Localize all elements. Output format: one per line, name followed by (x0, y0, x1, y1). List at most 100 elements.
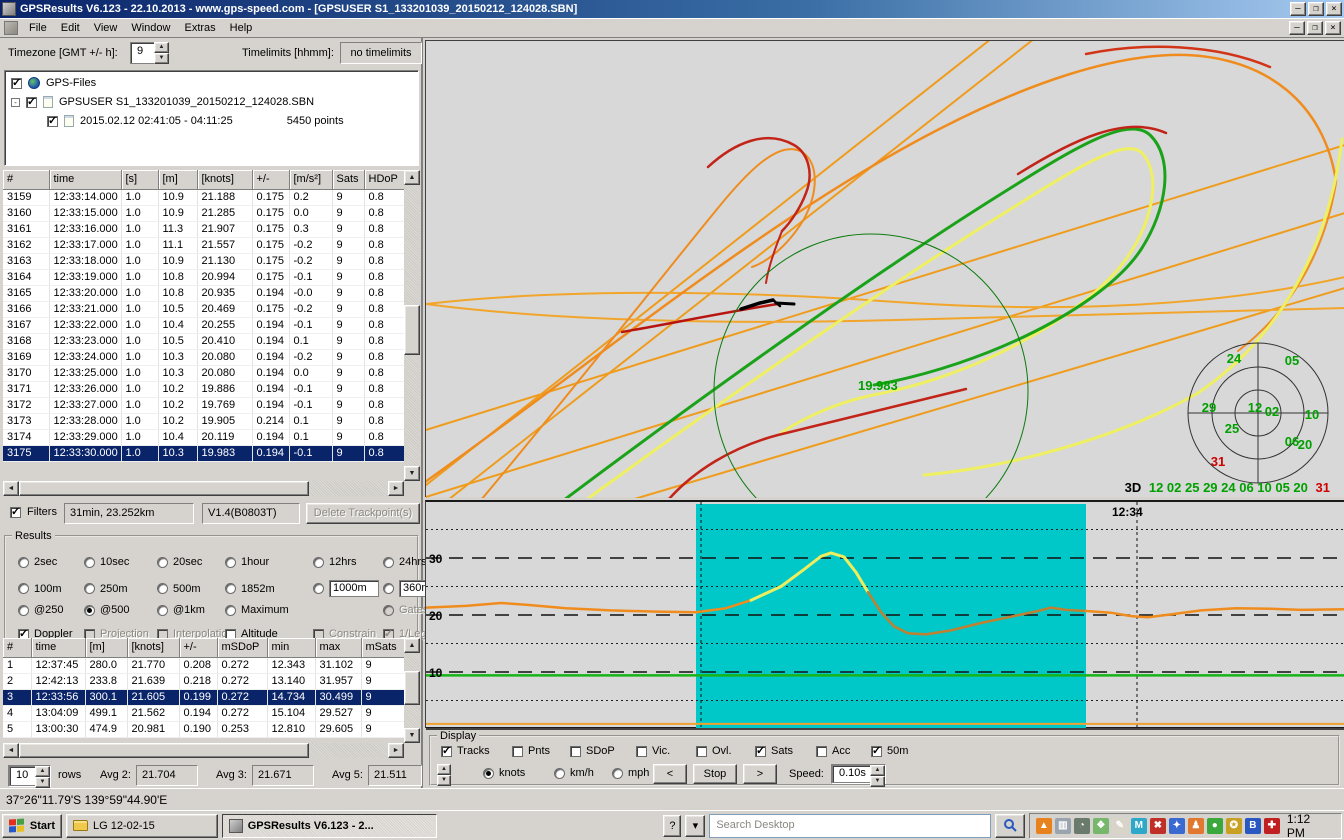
radio-100m[interactable] (18, 583, 29, 594)
hscroll-thumb[interactable] (19, 743, 309, 758)
tray-icon-11[interactable]: ✪ (1226, 818, 1242, 834)
playback-speed-spinner[interactable]: 0.10s ▲▼ (831, 764, 886, 784)
scroll-down-icon[interactable]: ▼ (404, 466, 420, 481)
scroll-down-icon[interactable]: ▼ (404, 728, 420, 743)
radio-@1km[interactable] (157, 605, 168, 616)
checkbox-Pnts[interactable] (512, 746, 523, 757)
radio-custom-time[interactable] (383, 583, 394, 594)
radio-1852m[interactable] (225, 583, 236, 594)
column-header[interactable]: # (3, 638, 31, 657)
child-close-button[interactable]: × (1325, 21, 1341, 35)
track-map-canvas[interactable]: 24052912021025062031 19.983 (426, 41, 1344, 498)
radio-500m[interactable] (157, 583, 168, 594)
tree-root-label[interactable]: GPS-Files (46, 77, 96, 89)
tray-icon-9[interactable]: ♟ (1188, 818, 1204, 834)
start-button[interactable]: Start (2, 814, 62, 838)
child-window-icon[interactable] (4, 21, 18, 35)
column-header[interactable]: max (315, 638, 361, 657)
column-header[interactable]: HDoP (364, 170, 404, 189)
tree-session-label[interactable]: 2015.02.12 02:41:05 - 04:11:25 (80, 115, 233, 127)
timezone-spinner[interactable]: 9 ▲▼ (130, 42, 169, 64)
tray-icon-8[interactable]: ✦ (1169, 818, 1185, 834)
tray-icon-10[interactable]: ● (1207, 818, 1223, 834)
table-row[interactable]: 112:37:45280.021.7700.2080.27212.34331.1… (3, 657, 404, 673)
tray-icon-12[interactable]: B (1245, 818, 1261, 834)
table-row[interactable]: 413:04:09499.121.5620.1940.27215.10429.5… (3, 705, 404, 721)
firmware-field[interactable]: V1.4(B0803T) (202, 503, 300, 524)
search-input[interactable]: Search Desktop (709, 814, 991, 838)
table-row[interactable]: 316312:33:18.0001.010.921.1300.175-0.290… (3, 253, 404, 269)
tree-file-label[interactable]: GPSUSER S1_133201039_20150212_124028.SBN (59, 96, 314, 108)
table-row[interactable]: 316812:33:23.0001.010.520.4100.1940.190.… (3, 333, 404, 349)
results-hscrollbar[interactable]: ◄ ► (3, 743, 404, 758)
column-header[interactable]: [knots] (197, 170, 252, 189)
radio-1hour[interactable] (225, 557, 236, 568)
table-row[interactable]: 317212:33:27.0001.010.219.7690.194-0.190… (3, 397, 404, 413)
radio-20sec[interactable] (157, 557, 168, 568)
checkbox-50m[interactable] (871, 746, 882, 757)
taskbar-item-gpsresults[interactable]: GPSResults V6.123 - 2... (222, 814, 438, 838)
checkbox-Vic.[interactable] (636, 746, 647, 757)
spin-up-icon[interactable]: ▲ (154, 42, 169, 53)
spin-up-icon[interactable]: ▲ (35, 766, 50, 777)
table-row[interactable]: 316512:33:20.0001.010.820.9350.194-0.090… (3, 285, 404, 301)
column-header[interactable]: time (49, 170, 121, 189)
vscroll-thumb[interactable] (404, 305, 420, 355)
column-header[interactable]: mSats (361, 638, 404, 657)
table-row[interactable]: 212:42:13233.821.6390.2180.27213.14031.9… (3, 673, 404, 689)
restore-button[interactable]: ❐ (1308, 2, 1324, 16)
session-checkbox[interactable] (47, 116, 58, 127)
table-row[interactable]: 316612:33:21.0001.010.520.4690.175-0.290… (3, 301, 404, 317)
collapse-icon[interactable]: - (11, 98, 20, 107)
radio-Maximum[interactable] (225, 605, 236, 616)
column-header[interactable]: time (31, 638, 85, 657)
timelimits-value[interactable]: no timelimits (340, 42, 422, 64)
scroll-up-icon[interactable]: ▲ (404, 170, 420, 185)
zoom-spinner[interactable]: ▲▼ (437, 764, 451, 782)
close-button[interactable]: × (1326, 2, 1342, 16)
radio-Gates[interactable] (383, 605, 394, 616)
filters-summary-field[interactable]: 31min, 23.252km (64, 503, 194, 524)
menu-help[interactable]: Help (223, 19, 260, 37)
table-row[interactable]: 312:33:56300.121.6050.1990.27214.73430.4… (3, 689, 404, 705)
column-header[interactable]: [knots] (127, 638, 179, 657)
radio-10sec[interactable] (84, 557, 95, 568)
menu-window[interactable]: Window (124, 19, 177, 37)
trackpoints-vscrollbar[interactable]: ▲ ▼ (404, 170, 420, 481)
radio-250m[interactable] (84, 583, 95, 594)
checkbox-Ovl.[interactable] (696, 746, 707, 757)
speed-graph-canvas[interactable] (426, 502, 1344, 730)
radio-mph[interactable] (612, 768, 623, 779)
search-icon[interactable] (995, 814, 1025, 838)
hscroll-thumb[interactable] (19, 481, 309, 496)
checkbox-SDoP[interactable] (570, 746, 581, 757)
column-header[interactable]: [m] (85, 638, 127, 657)
scroll-left-icon[interactable]: ◄ (3, 481, 19, 496)
radio-km/h[interactable] (554, 768, 565, 779)
checkbox-Acc[interactable] (816, 746, 827, 757)
tray-icon-6[interactable]: M (1131, 818, 1147, 834)
checkbox-Sats[interactable] (755, 746, 766, 757)
table-row[interactable]: 317312:33:28.0001.010.219.9050.2140.190.… (3, 413, 404, 429)
tree-item-session[interactable]: 2015.02.12 02:41:05 - 04:11:25 5450 poin… (47, 115, 344, 127)
table-row[interactable]: 316912:33:24.0001.010.320.0800.194-0.290… (3, 349, 404, 365)
stop-button[interactable]: Stop (693, 764, 737, 784)
menu-file[interactable]: File (22, 19, 54, 37)
table-row[interactable]: 316712:33:22.0001.010.420.2550.194-0.190… (3, 317, 404, 333)
file-checkbox[interactable] (26, 97, 37, 108)
child-minimize-button[interactable]: – (1289, 21, 1305, 35)
radio-@500[interactable] (84, 605, 95, 616)
table-row[interactable]: 317012:33:25.0001.010.320.0800.1940.090.… (3, 365, 404, 381)
column-header[interactable]: [m/s²] (289, 170, 332, 189)
minimize-button[interactable]: – (1290, 2, 1306, 16)
table-row[interactable]: 316112:33:16.0001.011.321.9070.1750.390.… (3, 221, 404, 237)
child-restore-button[interactable]: ❐ (1307, 21, 1323, 35)
table-row[interactable]: 316012:33:15.0001.010.921.2850.1750.090.… (3, 205, 404, 221)
table-row[interactable]: 316412:33:19.0001.010.820.9940.175-0.190… (3, 269, 404, 285)
column-header[interactable]: +/- (252, 170, 289, 189)
tree-item-root[interactable]: GPS-Files (11, 77, 96, 89)
trackpoints-hscrollbar[interactable]: ◄ ► (3, 481, 404, 496)
scroll-right-icon[interactable]: ► (388, 481, 404, 496)
table-row[interactable]: 317512:33:30.0001.010.319.9830.194-0.190… (3, 445, 404, 461)
checkbox-Tracks[interactable] (441, 746, 452, 757)
